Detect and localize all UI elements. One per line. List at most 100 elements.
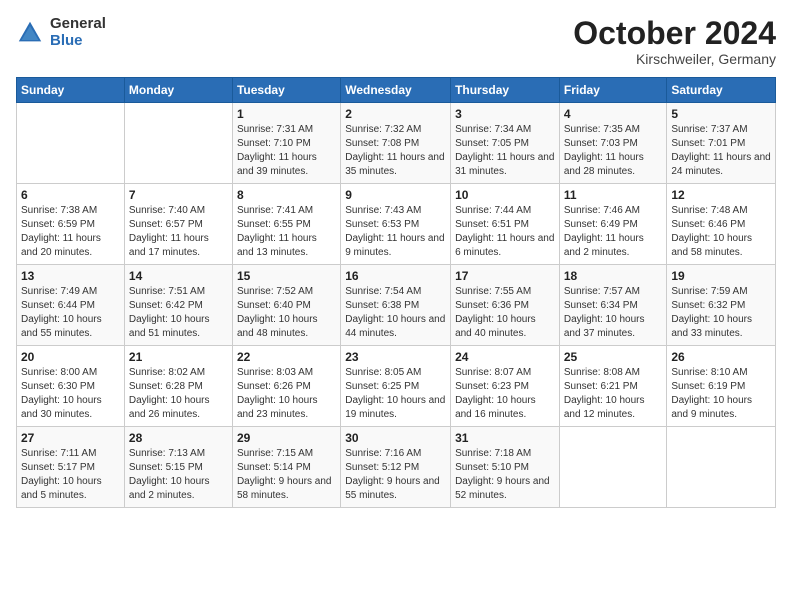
day-info: Sunrise: 7:48 AM Sunset: 6:46 PM Dayligh… bbox=[671, 204, 771, 260]
day-cell: 12 Sunrise: 7:48 AM Sunset: 6:46 PM Dayli… bbox=[667, 184, 776, 265]
day-info: Sunrise: 8:08 AM Sunset: 6:21 PM Dayligh… bbox=[564, 366, 663, 422]
week-row-0: 1Sunrise: 7:31 AM Sunset: 7:10 PM Daylig… bbox=[17, 103, 776, 184]
logo-blue: Blue bbox=[50, 33, 106, 50]
day-number: 5 bbox=[671, 107, 771, 121]
day-number: 20 bbox=[21, 350, 120, 364]
day-number: 10 bbox=[455, 188, 555, 202]
day-info: Sunrise: 7:18 AM Sunset: 5:10 PM Dayligh… bbox=[455, 447, 555, 503]
day-info: Sunrise: 8:00 AM Sunset: 6:30 PM Dayligh… bbox=[21, 366, 120, 422]
day-number: 13 bbox=[21, 269, 120, 283]
day-number: 26 bbox=[671, 350, 771, 364]
day-cell: 2Sunrise: 7:32 AM Sunset: 7:08 PM Daylig… bbox=[341, 103, 451, 184]
day-cell: 9Sunrise: 7:43 AM Sunset: 6:53 PM Daylig… bbox=[341, 184, 451, 265]
day-cell: 14 Sunrise: 7:51 AM Sunset: 6:42 PM Dayli… bbox=[124, 265, 232, 346]
day-info: Sunrise: 7:55 AM Sunset: 6:36 PM Dayligh… bbox=[455, 285, 555, 341]
day-number: 31 bbox=[455, 431, 555, 445]
day-number: 11 bbox=[564, 188, 663, 202]
day-info: Sunrise: 7:15 AM Sunset: 5:14 PM Dayligh… bbox=[237, 447, 336, 503]
day-number: 14 bbox=[129, 269, 228, 283]
day-number: 28 bbox=[129, 431, 228, 445]
header-row: SundayMondayTuesdayWednesdayThursdayFrid… bbox=[17, 78, 776, 103]
header-day-saturday: Saturday bbox=[667, 78, 776, 103]
day-number: 3 bbox=[455, 107, 555, 121]
day-cell: 15 Sunrise: 7:52 AM Sunset: 6:40 PM Dayli… bbox=[232, 265, 340, 346]
day-cell bbox=[17, 103, 125, 184]
day-info: Sunrise: 7:51 AM Sunset: 6:42 PM Dayligh… bbox=[129, 285, 228, 341]
day-cell: 22 Sunrise: 8:03 AM Sunset: 6:26 PM Dayli… bbox=[232, 346, 340, 427]
day-number: 23 bbox=[345, 350, 446, 364]
day-number: 27 bbox=[21, 431, 120, 445]
day-number: 16 bbox=[345, 269, 446, 283]
day-cell: 6Sunrise: 7:38 AM Sunset: 6:59 PM Daylig… bbox=[17, 184, 125, 265]
month-title: October 2024 bbox=[573, 16, 776, 51]
day-info: Sunrise: 7:16 AM Sunset: 5:12 PM Dayligh… bbox=[345, 447, 446, 503]
day-cell: 7 Sunrise: 7:40 AM Sunset: 6:57 PM Daylig… bbox=[124, 184, 232, 265]
day-cell: 20 Sunrise: 8:00 AM Sunset: 6:30 PM Dayli… bbox=[17, 346, 125, 427]
calendar-header: SundayMondayTuesdayWednesdayThursdayFrid… bbox=[17, 78, 776, 103]
day-number: 19 bbox=[671, 269, 771, 283]
logo-icon bbox=[16, 19, 44, 47]
day-cell: 31 Sunrise: 7:18 AM Sunset: 5:10 PM Dayli… bbox=[451, 427, 560, 508]
day-number: 1 bbox=[237, 107, 336, 121]
day-info: Sunrise: 7:52 AM Sunset: 6:40 PM Dayligh… bbox=[237, 285, 336, 341]
day-info: Sunrise: 7:57 AM Sunset: 6:34 PM Dayligh… bbox=[564, 285, 663, 341]
day-number: 21 bbox=[129, 350, 228, 364]
day-info: Sunrise: 7:59 AM Sunset: 6:32 PM Dayligh… bbox=[671, 285, 771, 341]
day-cell: 5 Sunrise: 7:37 AM Sunset: 7:01 PM Daylig… bbox=[667, 103, 776, 184]
day-cell: 10 Sunrise: 7:44 AM Sunset: 6:51 PM Dayli… bbox=[451, 184, 560, 265]
day-number: 8 bbox=[237, 188, 336, 202]
header-day-wednesday: Wednesday bbox=[341, 78, 451, 103]
day-info: Sunrise: 7:40 AM Sunset: 6:57 PM Dayligh… bbox=[129, 204, 228, 260]
week-row-1: 6Sunrise: 7:38 AM Sunset: 6:59 PM Daylig… bbox=[17, 184, 776, 265]
day-number: 30 bbox=[345, 431, 446, 445]
day-info: Sunrise: 7:44 AM Sunset: 6:51 PM Dayligh… bbox=[455, 204, 555, 260]
day-number: 12 bbox=[671, 188, 771, 202]
day-number: 15 bbox=[237, 269, 336, 283]
header-day-tuesday: Tuesday bbox=[232, 78, 340, 103]
day-info: Sunrise: 7:35 AM Sunset: 7:03 PM Dayligh… bbox=[564, 123, 663, 179]
day-cell: 26 Sunrise: 8:10 AM Sunset: 6:19 PM Dayli… bbox=[667, 346, 776, 427]
day-cell: 28 Sunrise: 7:13 AM Sunset: 5:15 PM Dayli… bbox=[124, 427, 232, 508]
day-cell bbox=[667, 427, 776, 508]
day-cell: 16Sunrise: 7:54 AM Sunset: 6:38 PM Dayli… bbox=[341, 265, 451, 346]
day-cell: 4Sunrise: 7:35 AM Sunset: 7:03 PM Daylig… bbox=[559, 103, 667, 184]
header-day-thursday: Thursday bbox=[451, 78, 560, 103]
day-number: 17 bbox=[455, 269, 555, 283]
day-info: Sunrise: 7:43 AM Sunset: 6:53 PM Dayligh… bbox=[345, 204, 446, 260]
day-info: Sunrise: 7:34 AM Sunset: 7:05 PM Dayligh… bbox=[455, 123, 555, 179]
day-cell: 21Sunrise: 8:02 AM Sunset: 6:28 PM Dayli… bbox=[124, 346, 232, 427]
day-info: Sunrise: 8:10 AM Sunset: 6:19 PM Dayligh… bbox=[671, 366, 771, 422]
day-number: 7 bbox=[129, 188, 228, 202]
day-cell: 19 Sunrise: 7:59 AM Sunset: 6:32 PM Dayli… bbox=[667, 265, 776, 346]
day-cell: 30 Sunrise: 7:16 AM Sunset: 5:12 PM Dayli… bbox=[341, 427, 451, 508]
day-cell: 11 Sunrise: 7:46 AM Sunset: 6:49 PM Dayli… bbox=[559, 184, 667, 265]
calendar-table: SundayMondayTuesdayWednesdayThursdayFrid… bbox=[16, 77, 776, 508]
week-row-4: 27Sunrise: 7:11 AM Sunset: 5:17 PM Dayli… bbox=[17, 427, 776, 508]
day-info: Sunrise: 7:41 AM Sunset: 6:55 PM Dayligh… bbox=[237, 204, 336, 260]
title-block: October 2024 Kirschweiler, Germany bbox=[573, 16, 776, 67]
day-info: Sunrise: 8:03 AM Sunset: 6:26 PM Dayligh… bbox=[237, 366, 336, 422]
day-cell: 27Sunrise: 7:11 AM Sunset: 5:17 PM Dayli… bbox=[17, 427, 125, 508]
day-cell bbox=[124, 103, 232, 184]
day-cell: 23 Sunrise: 8:05 AM Sunset: 6:25 PM Dayli… bbox=[341, 346, 451, 427]
day-cell: 25Sunrise: 8:08 AM Sunset: 6:21 PM Dayli… bbox=[559, 346, 667, 427]
day-number: 22 bbox=[237, 350, 336, 364]
day-cell: 29Sunrise: 7:15 AM Sunset: 5:14 PM Dayli… bbox=[232, 427, 340, 508]
day-cell: 24 Sunrise: 8:07 AM Sunset: 6:23 PM Dayli… bbox=[451, 346, 560, 427]
day-info: Sunrise: 8:07 AM Sunset: 6:23 PM Dayligh… bbox=[455, 366, 555, 422]
day-number: 24 bbox=[455, 350, 555, 364]
header-day-friday: Friday bbox=[559, 78, 667, 103]
day-info: Sunrise: 7:13 AM Sunset: 5:15 PM Dayligh… bbox=[129, 447, 228, 503]
day-info: Sunrise: 7:46 AM Sunset: 6:49 PM Dayligh… bbox=[564, 204, 663, 260]
day-cell: 1Sunrise: 7:31 AM Sunset: 7:10 PM Daylig… bbox=[232, 103, 340, 184]
day-cell bbox=[559, 427, 667, 508]
day-cell: 17 Sunrise: 7:55 AM Sunset: 6:36 PM Dayli… bbox=[451, 265, 560, 346]
day-info: Sunrise: 8:05 AM Sunset: 6:25 PM Dayligh… bbox=[345, 366, 446, 422]
day-info: Sunrise: 7:38 AM Sunset: 6:59 PM Dayligh… bbox=[21, 204, 120, 260]
page-header: General Blue October 2024 Kirschweiler, … bbox=[16, 16, 776, 67]
day-info: Sunrise: 7:37 AM Sunset: 7:01 PM Dayligh… bbox=[671, 123, 771, 179]
logo: General Blue bbox=[16, 16, 106, 49]
logo-text: General Blue bbox=[50, 16, 106, 49]
day-cell: 13Sunrise: 7:49 AM Sunset: 6:44 PM Dayli… bbox=[17, 265, 125, 346]
day-cell: 3 Sunrise: 7:34 AM Sunset: 7:05 PM Daylig… bbox=[451, 103, 560, 184]
